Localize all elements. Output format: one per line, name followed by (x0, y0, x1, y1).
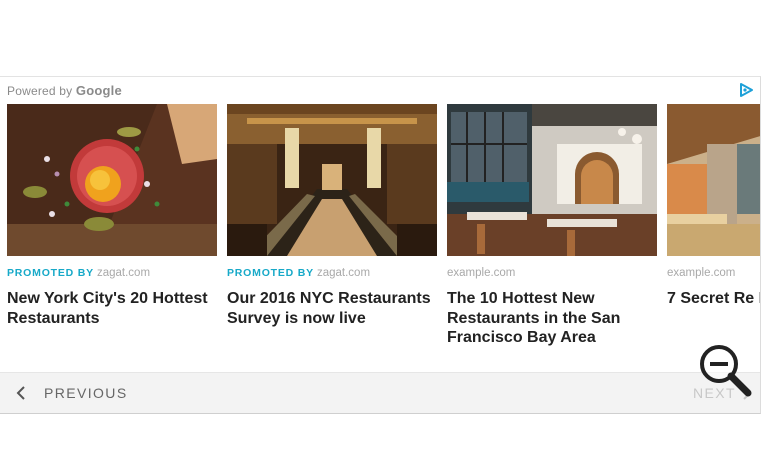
card-3-image[interactable] (447, 104, 657, 256)
recommendation-widget: Powered by Google PROMOTED BY zagat.com … (0, 76, 761, 414)
card-1-title[interactable]: New York City's 20 Hottest Restaurants (7, 289, 213, 328)
promoted-by-label: PROMOTED BY (227, 267, 314, 279)
powered-by-label: Powered by Google (7, 83, 122, 98)
card-2[interactable]: PROMOTED BY zagat.com Our 2016 NYC Restau… (227, 104, 437, 328)
card-2-source: PROMOTED BY zagat.com (227, 266, 437, 280)
card-4-source: example.com (667, 266, 760, 280)
source-domain[interactable]: example.com (447, 267, 515, 279)
card-3[interactable]: example.com The 10 Hottest New Restauran… (447, 104, 657, 348)
card-1-image[interactable] (7, 104, 217, 256)
source-domain[interactable]: zagat.com (317, 267, 370, 279)
previous-button[interactable]: PREVIOUS (16, 373, 128, 413)
adchoices-icon[interactable] (738, 82, 754, 98)
carousel-footer: PREVIOUS NEXT (0, 372, 760, 413)
source-domain[interactable]: example.com (667, 267, 735, 279)
card-4[interactable]: example.com 7 Secret Re NYC (667, 104, 760, 309)
card-1[interactable]: PROMOTED BY zagat.com New York City's 20 … (7, 104, 217, 328)
promoted-by-label: PROMOTED BY (7, 267, 94, 279)
card-1-source: PROMOTED BY zagat.com (7, 266, 217, 280)
card-2-image[interactable] (227, 104, 437, 256)
card-3-source: example.com (447, 266, 657, 280)
card-4-image[interactable] (667, 104, 760, 256)
previous-label: PREVIOUS (44, 385, 128, 401)
chevron-left-icon (16, 386, 25, 400)
card-carousel: PROMOTED BY zagat.com New York City's 20 … (7, 104, 760, 354)
zoom-out-icon[interactable] (693, 340, 753, 400)
powered-by-text: Powered by (7, 84, 73, 98)
source-domain[interactable]: zagat.com (97, 267, 150, 279)
google-brand: Google (75, 83, 122, 98)
card-4-title[interactable]: 7 Secret Re NYC (667, 289, 760, 309)
card-2-title[interactable]: Our 2016 NYC Restaurants Survey is now l… (227, 289, 433, 328)
card-3-title[interactable]: The 10 Hottest New Restaurants in the Sa… (447, 289, 653, 348)
